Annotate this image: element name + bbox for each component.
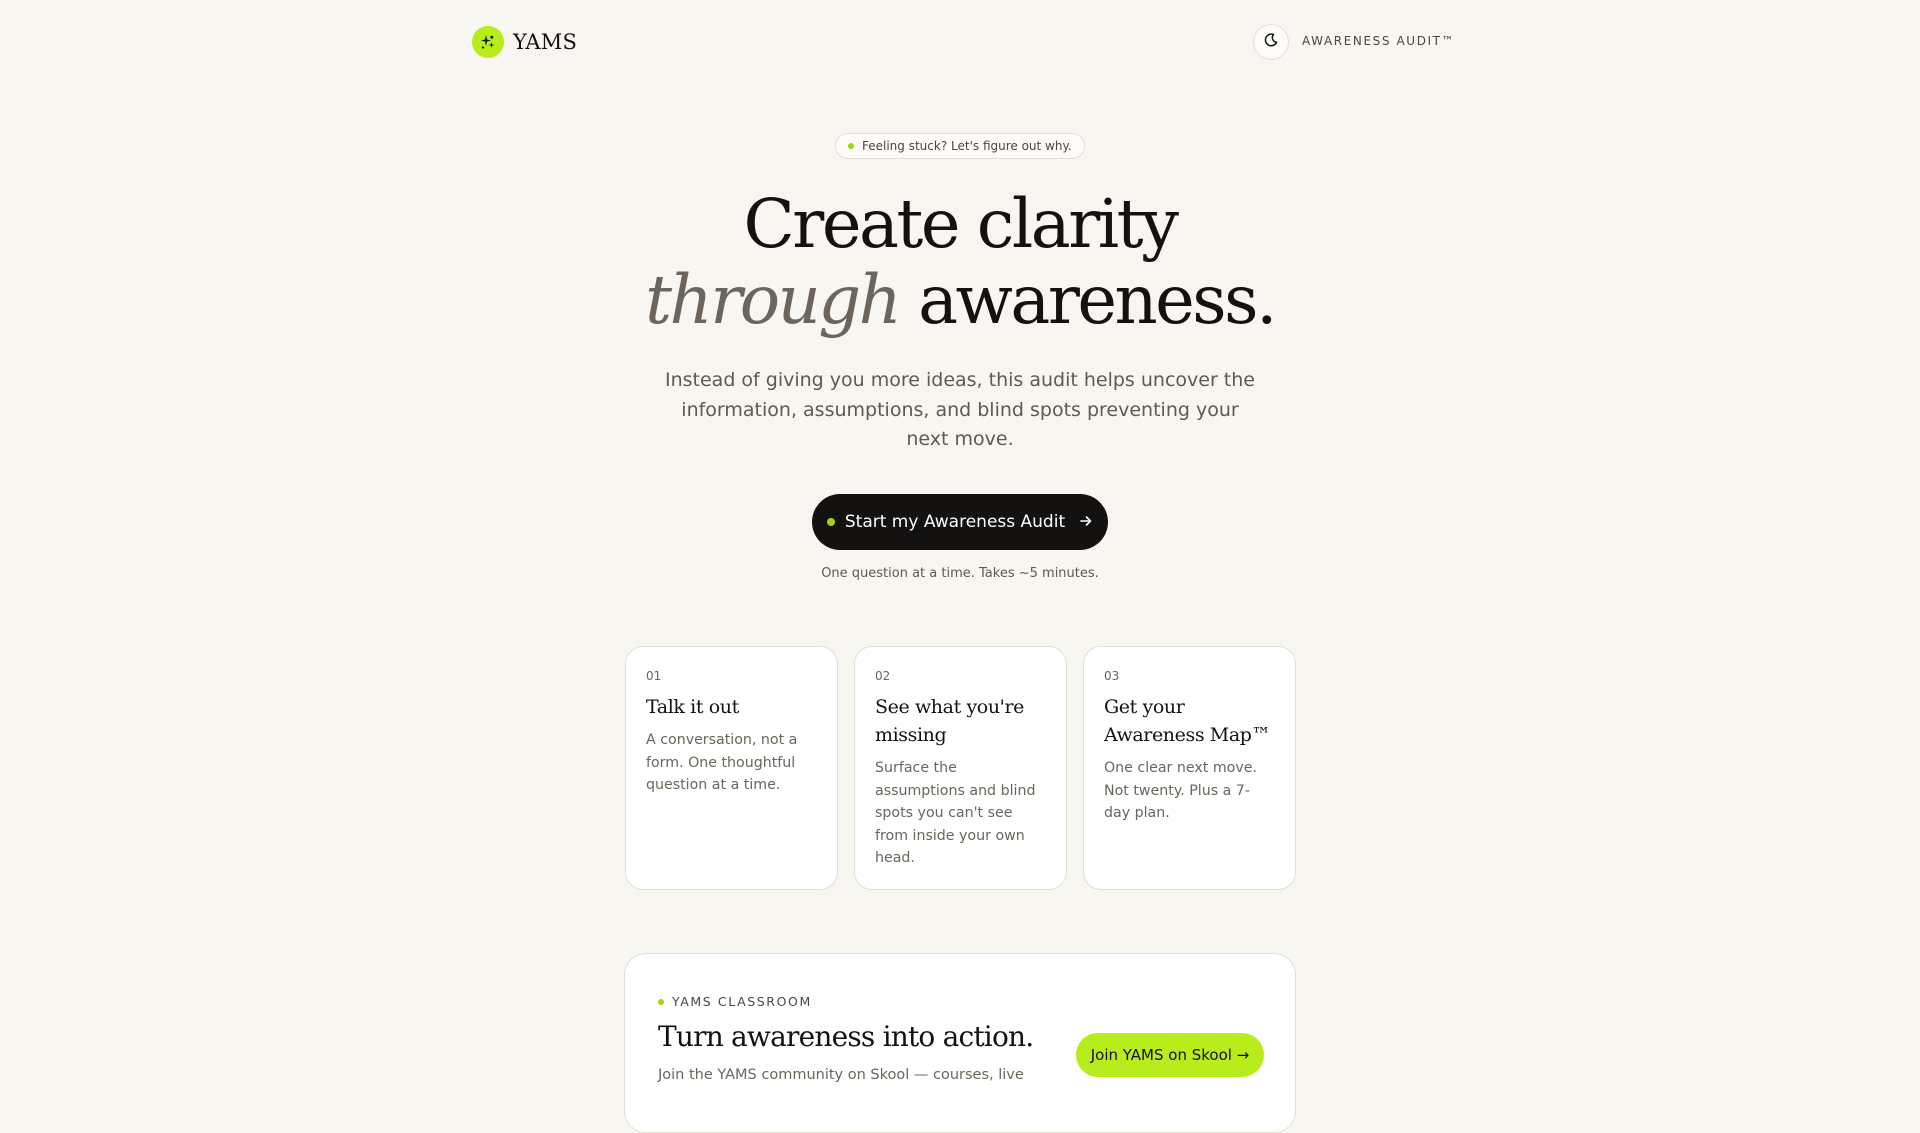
hero-pill: Feeling stuck? Let's figure out why. xyxy=(835,133,1085,159)
classroom-title: Turn awareness into action. xyxy=(658,1020,1034,1053)
classroom-body: Join the YAMS community on Skool — cours… xyxy=(658,1067,1024,1083)
step-body: One clear next move. Not twenty. Plus a … xyxy=(1104,760,1257,821)
cta-note: One question at a time. Takes ~5 minutes… xyxy=(821,566,1099,581)
moon-icon xyxy=(1263,32,1279,52)
step-card-2: 02 See what you're missing Surface the a… xyxy=(854,646,1067,890)
step-number: 02 xyxy=(875,669,891,683)
hero-title: Create clarity through awareness. xyxy=(0,186,1920,338)
hero-title-line1: Create clarity xyxy=(743,185,1179,263)
kicker-dot xyxy=(658,998,664,1005)
brand-logo[interactable]: YAMS xyxy=(472,26,577,58)
sparkle-icon xyxy=(472,26,504,58)
step-title: See what you're missing xyxy=(875,696,1025,746)
cta-dot xyxy=(826,518,835,526)
classroom-kicker: YAMS CLASSROOM xyxy=(658,994,812,1009)
header-product-label: AWARENESS AUDIT™ xyxy=(1302,34,1456,48)
step-card-3: 03 Get your Awareness Map™ One clear nex… xyxy=(1083,646,1296,890)
step-title: Get your Awareness Map™ xyxy=(1104,696,1271,746)
classroom-card: YAMS CLASSROOM Turn awareness into actio… xyxy=(624,953,1296,1133)
step-body: Surface the assumptions and blind spots … xyxy=(875,760,1036,866)
brand-name: YAMS xyxy=(513,30,578,54)
status-dot xyxy=(848,143,854,149)
hero-subtitle: Instead of giving you more ideas, this a… xyxy=(665,369,1255,450)
join-skool-button[interactable]: Join YAMS on Skool → xyxy=(1076,1033,1264,1077)
arrow-right-icon xyxy=(1079,513,1093,532)
classroom-kicker-label: YAMS CLASSROOM xyxy=(672,994,812,1009)
step-card-1: 01 Talk it out A conversation, not a for… xyxy=(625,646,838,890)
step-number: 03 xyxy=(1104,669,1120,683)
hero-pill-text: Feeling stuck? Let's figure out why. xyxy=(862,139,1072,153)
start-audit-label: Start my Awareness Audit xyxy=(844,512,1066,532)
step-number: 01 xyxy=(646,669,662,683)
hero-title-accent: through xyxy=(645,261,902,339)
start-audit-button[interactable]: Start my Awareness Audit xyxy=(812,494,1108,550)
theme-toggle-button[interactable] xyxy=(1253,24,1289,60)
site-header: YAMS AWARENESS AUDIT™ xyxy=(0,0,1920,84)
hero-title-rest: awareness. xyxy=(918,261,1277,339)
step-title: Talk it out xyxy=(646,696,739,718)
step-body: A conversation, not a form. One thoughtf… xyxy=(646,732,798,793)
